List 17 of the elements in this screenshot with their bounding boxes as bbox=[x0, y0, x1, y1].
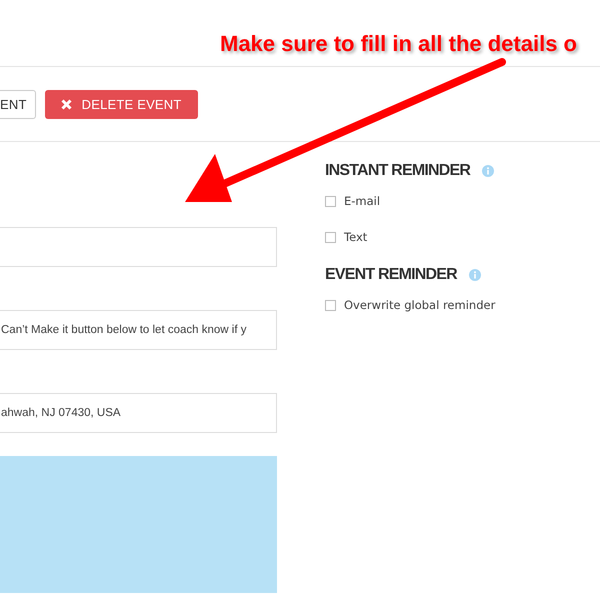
input-field[interactable]: ahwah, NJ 07430, USA bbox=[0, 393, 277, 433]
checkbox[interactable] bbox=[325, 232, 336, 242]
section-title: INSTANT REMINDER bbox=[325, 162, 470, 180]
checkbox[interactable] bbox=[325, 196, 336, 206]
input-field[interactable]: Can’t Make it button below to let coach know if y bbox=[0, 310, 277, 350]
section-title: EVENT REMINDER bbox=[325, 266, 457, 284]
info-icon bbox=[468, 269, 481, 281]
checkbox[interactable] bbox=[325, 300, 336, 310]
checkbox-label: Text bbox=[344, 230, 368, 244]
delete-button[interactable]: DELETE EVENT bbox=[44, 90, 198, 118]
info-icon bbox=[482, 165, 494, 177]
close-icon bbox=[60, 98, 72, 110]
checkbox-label: E-mail bbox=[344, 194, 380, 208]
event-button[interactable]: ENT bbox=[0, 90, 36, 118]
input-field[interactable] bbox=[0, 227, 277, 267]
checkbox-label: Overwrite global reminder bbox=[344, 298, 496, 312]
annotation-text: Make sure to fill in all the details o bbox=[220, 31, 577, 57]
